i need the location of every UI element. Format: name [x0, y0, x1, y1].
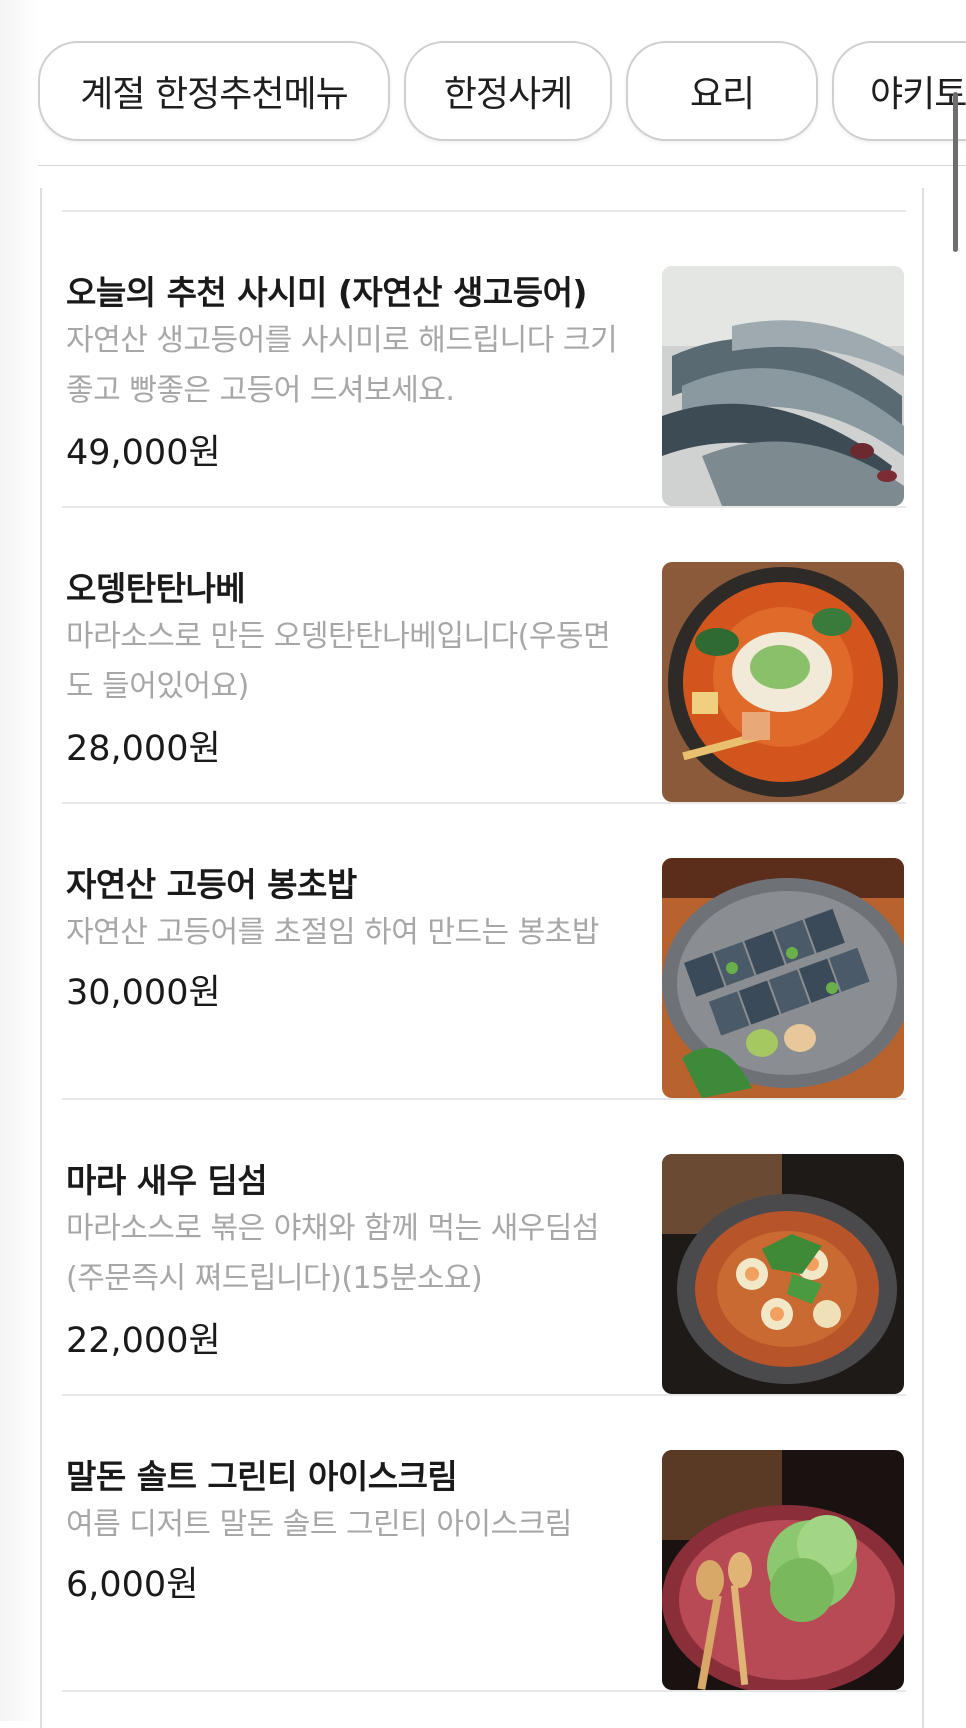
mackerel-fish-icon [662, 266, 904, 506]
spicy-hotpot-photo[interactable] [662, 562, 904, 802]
menu-item-name: 오뎅탄탄나베 [66, 569, 246, 608]
menu-item-price: 49,000원 [66, 433, 221, 473]
sushi-plate-icon [662, 858, 904, 1098]
menu-item[interactable]: 오뎅탄탄나베 마라소스로 만든 오뎅탄탄나베입니다(우동면 도 들어있어요) 2… [62, 508, 906, 804]
menu-item-description: 마라소스로 볶은 야채와 함께 먹는 새우딤섬 (주문즉시 쪄드립니다)(15분… [66, 1204, 666, 1304]
menu-item[interactable]: 말돈 솔트 그린티 아이스크림 여름 디저트 말돈 솔트 그린티 아이스크림 6… [62, 1396, 906, 1692]
mackerel-sushi-photo[interactable] [662, 858, 904, 1098]
menu-item-price: 22,000원 [66, 1321, 221, 1361]
menu-item[interactable]: 오늘의 추천 사시미 (자연산 생고등어) 자연산 생고등어를 사시미로 해드립… [62, 212, 906, 508]
menu-item-description-line: 마라소스로 만든 오뎅탄탄나베입니다(우동면 [66, 619, 611, 654]
menu-screen: 계절 한정추천메뉴 한정사케 요리 야키토 오늘의 추천 사시미 (자연산 생고… [0, 0, 966, 1728]
menu-list: 오늘의 추천 사시미 (자연산 생고등어) 자연산 생고등어를 사시미로 해드립… [40, 188, 924, 1728]
menu-item-description-line: (주문즉시 쪄드립니다)(15분소요) [66, 1261, 483, 1296]
greentea-icecream-photo[interactable] [662, 1450, 904, 1690]
menu-item-description-line: 자연산 고등어를 초절임 하여 만드는 봉초밥 [66, 915, 599, 950]
dimsum-icon [662, 1154, 904, 1394]
menu-item-name: 말돈 솔트 그린티 아이스크림 [66, 1457, 458, 1496]
category-tabs: 계절 한정추천메뉴 한정사케 요리 야키토 [38, 41, 966, 141]
left-edge-shadow [0, 0, 38, 1721]
tab-yakitori[interactable]: 야키토 [832, 41, 966, 141]
menu-item-price: 28,000원 [66, 729, 221, 769]
menu-item-description-line: 자연산 생고등어를 사시미로 해드립니다 크기 [66, 323, 618, 358]
menu-item-name: 오늘의 추천 사시미 (자연산 생고등어) [66, 273, 588, 312]
menu-item-price: 6,000원 [66, 1565, 199, 1605]
category-tab-bar: 계절 한정추천메뉴 한정사케 요리 야키토 [38, 0, 966, 166]
tab-seasonal-recommended[interactable]: 계절 한정추천메뉴 [38, 41, 390, 141]
mackerel-fish-photo[interactable] [662, 266, 904, 506]
icecream-icon [662, 1450, 904, 1690]
menu-item-description-line: 마라소스로 볶은 야채와 함께 먹는 새우딤섬 [66, 1211, 599, 1246]
menu-item[interactable]: 마라 새우 딤섬 마라소스로 볶은 야채와 함께 먹는 새우딤섬 (주문즉시 쪄… [62, 1100, 906, 1396]
menu-item-description-line: 도 들어있어요) [66, 669, 249, 704]
menu-item-description-line: 여름 디저트 말돈 솔트 그린티 아이스크림 [66, 1507, 572, 1542]
tabs-divider [38, 165, 966, 166]
menu-item-description-line: 좋고 빵좋은 고등어 드셔보세요. [66, 373, 455, 408]
menu-item-price: 30,000원 [66, 973, 221, 1013]
menu-item-description: 자연산 고등어를 초절임 하여 만드는 봉초밥 [66, 908, 666, 958]
tab-dishes[interactable]: 요리 [626, 41, 818, 141]
menu-item-description: 여름 디저트 말돈 솔트 그린티 아이스크림 [66, 1500, 666, 1550]
shrimp-dimsum-photo[interactable] [662, 1154, 904, 1394]
menu-item-name: 자연산 고등어 봉초밥 [66, 865, 357, 904]
tab-limited-sake[interactable]: 한정사케 [404, 41, 612, 141]
menu-item-name: 마라 새우 딤섬 [66, 1161, 268, 1200]
scrollbar[interactable] [953, 92, 958, 252]
menu-item-description: 자연산 생고등어를 사시미로 해드립니다 크기 좋고 빵좋은 고등어 드셔보세요… [66, 316, 666, 416]
menu-item[interactable]: 자연산 고등어 봉초밥 자연산 고등어를 초절임 하여 만드는 봉초밥 30,0… [62, 804, 906, 1100]
menu-item-description: 마라소스로 만든 오뎅탄탄나베입니다(우동면 도 들어있어요) [66, 612, 666, 712]
hotpot-icon [662, 562, 904, 802]
